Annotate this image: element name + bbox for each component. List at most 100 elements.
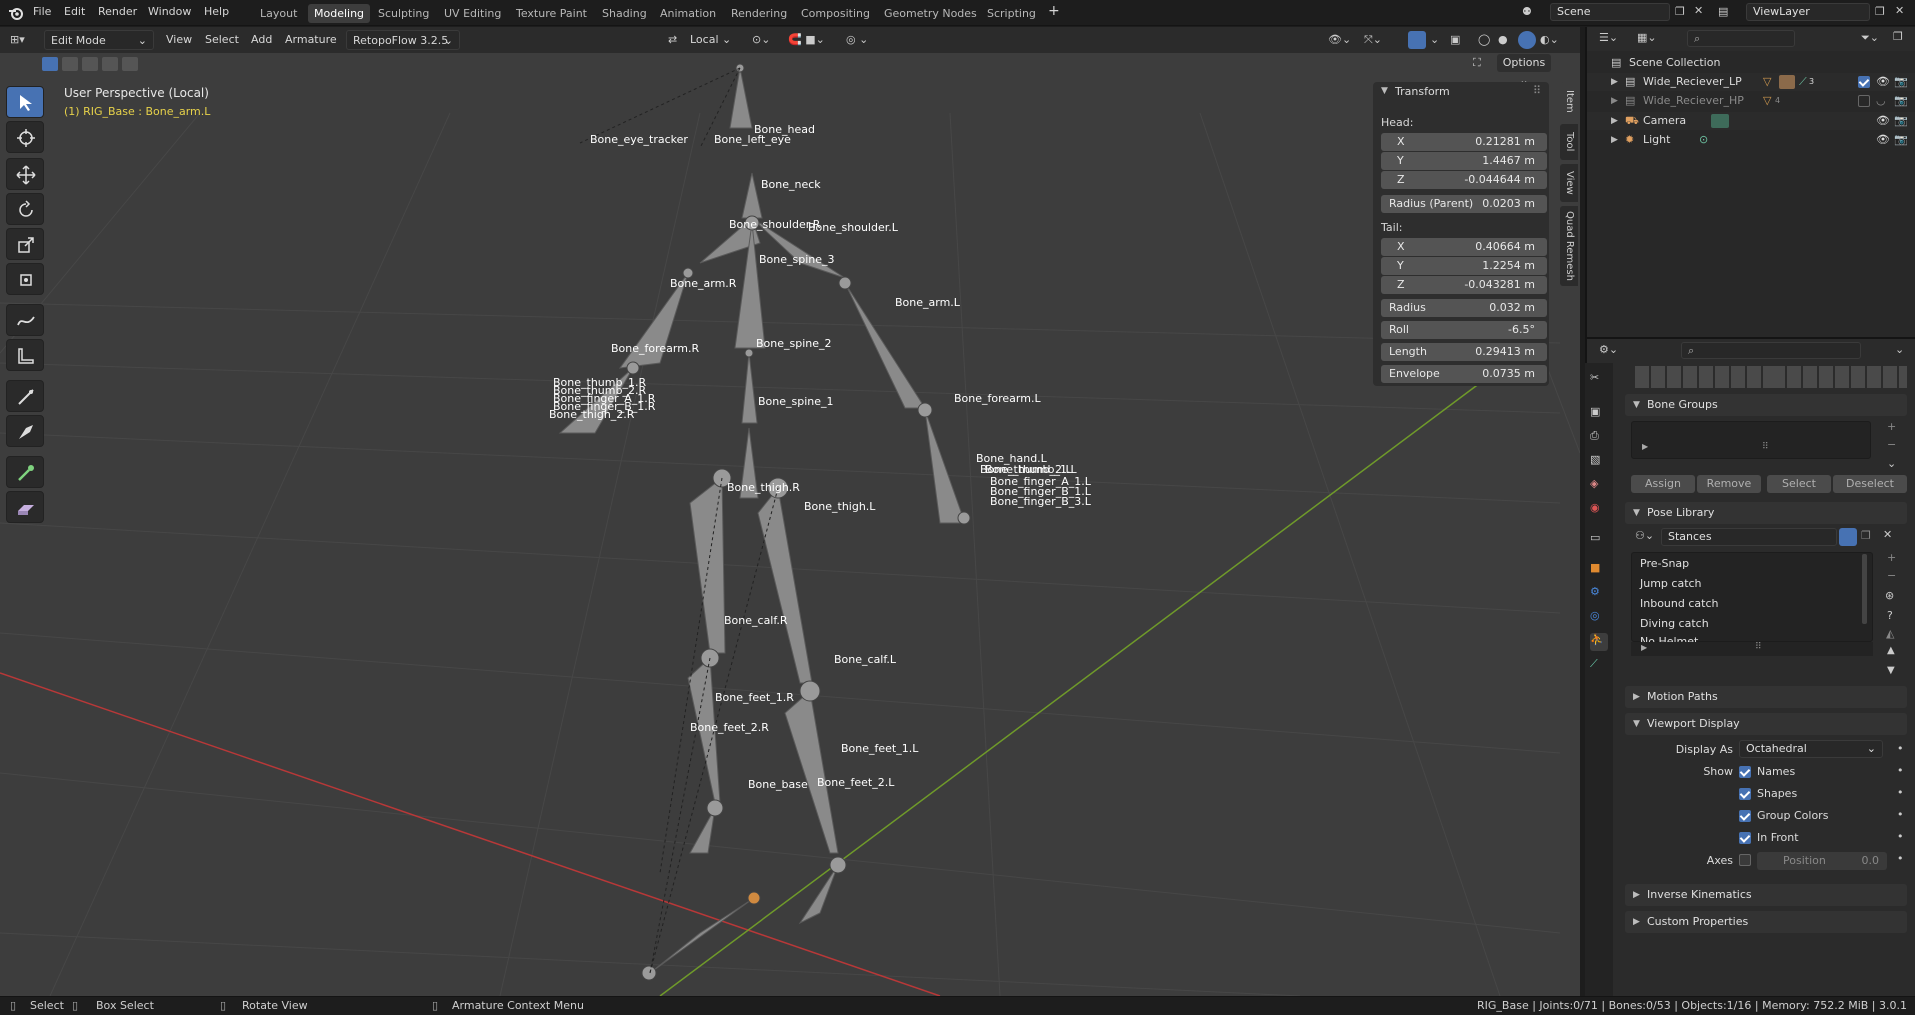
view-layer-tab-icon[interactable]: ▧: [1590, 453, 1608, 471]
editor-type-icon[interactable]: ⊞▾: [10, 30, 25, 50]
animate-dot-icon[interactable]: •: [1897, 786, 1904, 799]
transform-tool[interactable]: [6, 263, 44, 295]
outliner-row-scene-collection[interactable]: ▤ Scene Collection: [1587, 54, 1915, 72]
pose-item[interactable]: Inbound catch: [1640, 597, 1718, 610]
unlink-icon[interactable]: ✕: [1883, 528, 1892, 541]
action-icon[interactable]: ⚇⌄: [1635, 529, 1654, 542]
tab-geometry-nodes[interactable]: Geometry Nodes: [878, 4, 983, 23]
tab-scripting[interactable]: Scripting: [981, 4, 1042, 23]
bone-groups-list[interactable]: ▶ ⠿: [1631, 421, 1871, 459]
menu-window[interactable]: Window: [148, 5, 191, 18]
exclude-checkbox[interactable]: [1858, 95, 1870, 107]
tab-modeling[interactable]: Modeling: [308, 4, 371, 23]
custom-properties-header[interactable]: ▶ Custom Properties: [1625, 911, 1907, 933]
menu-edit[interactable]: Edit: [64, 5, 85, 18]
duplicate-icon[interactable]: ❐: [1861, 529, 1871, 542]
scale-tool[interactable]: [6, 228, 44, 260]
outliner-editor-icon[interactable]: ☰⌄: [1599, 31, 1618, 44]
bone-head[interactable]: [729, 67, 753, 129]
measure-tool[interactable]: [6, 339, 44, 371]
pose-list-scrollbar[interactable]: [1862, 554, 1867, 624]
render-tab-icon[interactable]: ▣: [1590, 405, 1608, 423]
eye-icon[interactable]: 👁: [1876, 131, 1890, 149]
select-extend-icon[interactable]: [62, 57, 78, 71]
mode-dropdown[interactable]: Edit Mode ⌄: [44, 30, 154, 50]
shapes-checkbox[interactable]: [1739, 788, 1751, 800]
select-button[interactable]: Select: [1767, 475, 1831, 493]
outliner-row-camera[interactable]: ▶ ⛟ Camera 👁 📷: [1587, 112, 1915, 130]
pose-item[interactable]: Diving catch: [1640, 617, 1709, 630]
tab-uv-editing[interactable]: UV Editing: [438, 4, 507, 23]
filter-icon[interactable]: ⏷⌄: [1861, 31, 1879, 45]
output-tab-icon[interactable]: ⎙: [1590, 429, 1608, 447]
visibility-icon[interactable]: 👁⌄: [1328, 30, 1351, 50]
world-tab-icon[interactable]: ◉: [1590, 501, 1608, 519]
display-mode-icon[interactable]: ▦⌄: [1637, 31, 1657, 44]
viewport-3d[interactable]: Bone_eye_tracker Bone_head Bone_left_eye…: [0, 53, 1580, 996]
list-resize-handle-icon[interactable]: ⠿: [1755, 642, 1762, 652]
object-tab-icon[interactable]: ■: [1590, 561, 1608, 579]
expand-arrow-icon[interactable]: ▶: [1611, 112, 1618, 130]
add-workspace-button[interactable]: +: [1048, 3, 1060, 19]
camera-render-icon[interactable]: 📷: [1894, 131, 1908, 149]
menu-add[interactable]: Add: [251, 30, 272, 50]
bone-spine-2[interactable]: [741, 352, 758, 424]
viewlayer-field[interactable]: ViewLayer: [1746, 3, 1870, 21]
menu-file[interactable]: File: [33, 5, 51, 18]
bone-feet-1-l[interactable]: [798, 864, 839, 925]
wireframe-shading-icon[interactable]: ◯: [1478, 30, 1490, 50]
tab-tool[interactable]: Tool: [1560, 124, 1578, 160]
remove-button[interactable]: Remove: [1697, 475, 1761, 493]
copy-scene-icon[interactable]: ❐: [1675, 5, 1685, 18]
overlays-dropdown-icon[interactable]: ⌄: [1430, 30, 1439, 50]
assign-button[interactable]: Assign: [1631, 475, 1695, 493]
bone-thigh-l[interactable]: [757, 486, 813, 684]
tab-item[interactable]: Item: [1560, 82, 1578, 120]
xray-icon[interactable]: ▣: [1450, 30, 1460, 50]
fake-user-shield-icon[interactable]: [1839, 528, 1857, 546]
tab-compositing[interactable]: Compositing: [795, 4, 876, 23]
chevron-down-icon[interactable]: ▼: [1381, 86, 1388, 96]
properties-options-icon[interactable]: ⌄: [1895, 343, 1904, 356]
bone-neck[interactable]: [741, 172, 763, 219]
rotate-tool[interactable]: [6, 193, 44, 225]
expand-arrow-icon[interactable]: ▶: [1611, 92, 1618, 110]
list-expand-icon[interactable]: ▶: [1642, 442, 1648, 451]
bone-calf-l[interactable]: [784, 690, 839, 854]
annotate-tool[interactable]: [6, 304, 44, 336]
bone-thigh-r[interactable]: [689, 476, 726, 654]
bone-layers-grid-2[interactable]: [1771, 366, 1907, 388]
names-checkbox[interactable]: [1739, 766, 1751, 778]
apply-pose-icon[interactable]: ⊛: [1885, 589, 1894, 602]
group-colors-checkbox[interactable]: [1739, 810, 1751, 822]
animate-dot-icon[interactable]: •: [1897, 808, 1904, 821]
length-field[interactable]: Length 0.29413 m: [1381, 343, 1547, 361]
extrude-tool[interactable]: [6, 456, 44, 488]
scene-field[interactable]: Scene: [1550, 3, 1670, 21]
solid-shading-icon[interactable]: ●: [1498, 30, 1508, 50]
select-new-icon[interactable]: [42, 57, 58, 71]
physics-tab-icon[interactable]: ◎: [1590, 609, 1608, 627]
inverse-kinematics-header[interactable]: ▶ Inverse Kinematics: [1625, 884, 1907, 906]
blender-logo-icon[interactable]: [8, 5, 24, 24]
viewport-display-header[interactable]: ▼ Viewport Display: [1625, 713, 1907, 735]
exclude-checkbox[interactable]: [1858, 76, 1870, 88]
add-icon[interactable]: +: [1887, 420, 1896, 433]
tab-animation[interactable]: Animation: [654, 4, 722, 23]
outliner-search-input[interactable]: ⌕: [1687, 30, 1795, 47]
retopoflow-dropdown[interactable]: RetopoFlow 3.2.5 ⌄: [346, 30, 460, 50]
copy-viewlayer-icon[interactable]: ❐: [1875, 5, 1885, 18]
proportional-edit-icon[interactable]: ◎ ⌄: [846, 30, 868, 50]
bone-tab-icon[interactable]: ⟋: [1590, 657, 1608, 675]
tab-sculpting[interactable]: Sculpting: [372, 4, 435, 23]
eye-closed-icon[interactable]: ◡: [1876, 92, 1886, 110]
properties-search-input[interactable]: ⌕: [1681, 342, 1861, 359]
tab-texture-paint[interactable]: Texture Paint: [510, 4, 593, 23]
camera-render-icon[interactable]: 📷: [1894, 112, 1908, 130]
tail-z-field[interactable]: Z -0.043281 m: [1381, 276, 1547, 294]
orientation-dropdown[interactable]: Local ⌄: [690, 30, 731, 50]
remove-icon[interactable]: −: [1887, 438, 1896, 451]
scene-tab-icon[interactable]: ◈: [1590, 477, 1608, 495]
bone-layers-grid[interactable]: [1635, 366, 1771, 388]
outliner-row-wide-reciever-hp[interactable]: ▶ ▤ Wide_Reciever_HP ▽ 4 ◡ 📷: [1587, 92, 1915, 110]
